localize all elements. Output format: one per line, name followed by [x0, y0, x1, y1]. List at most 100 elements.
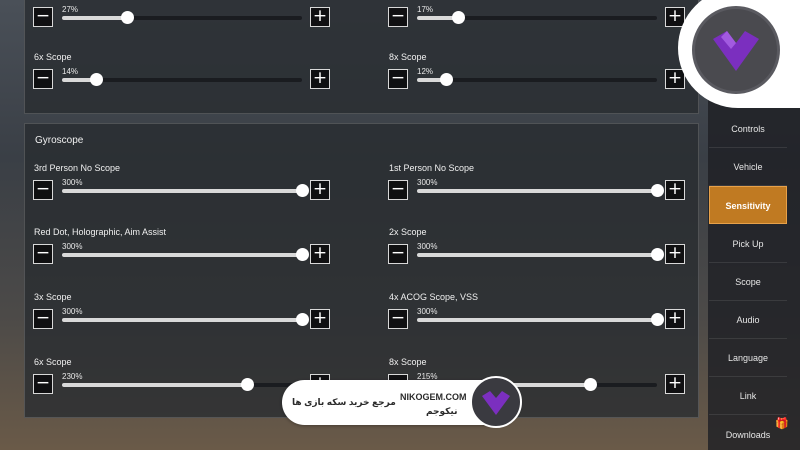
scope-sensitivity-row-0: −27% + [24, 0, 354, 38]
slider-track[interactable] [417, 313, 664, 326]
decrease-button[interactable]: − [33, 69, 53, 89]
slider-track[interactable] [417, 248, 664, 261]
slider-value: 230% [62, 372, 83, 381]
slider-track[interactable] [62, 378, 302, 391]
slider-label: 1st Person No Scope [389, 163, 475, 173]
slider-fill [417, 189, 657, 193]
decrease-button[interactable]: − [33, 374, 53, 394]
sidebar-item-link[interactable]: Link [709, 377, 787, 416]
watermark-logo [470, 376, 522, 428]
slider-track[interactable] [62, 313, 309, 326]
slider-value: 300% [417, 178, 438, 187]
slider-value: 300% [62, 242, 83, 251]
gyroscope-row-5: 4x ACOG Scope, VSS −300% + [379, 292, 709, 340]
sidebar-item-sensitivity[interactable]: Sensitivity [709, 186, 787, 225]
slider-fill [62, 318, 302, 322]
slider-label: 8x Scope [389, 357, 427, 367]
slider-fill [417, 253, 657, 257]
slider-handle[interactable] [120, 11, 134, 24]
slider-fill [62, 189, 302, 193]
decrease-button[interactable]: − [388, 180, 408, 200]
slider-label: 4x ACOG Scope, VSS [389, 292, 479, 302]
gyroscope-row-3: 2x Scope −300% + [379, 227, 709, 275]
slider-handle[interactable] [296, 184, 309, 197]
slider-track[interactable] [62, 11, 302, 24]
increase-button[interactable]: + [310, 309, 330, 329]
sidebar-item-controls[interactable]: Controls [709, 110, 787, 148]
slider-value: 27% [62, 5, 79, 14]
decrease-button[interactable]: − [388, 309, 408, 329]
sidebar-item-language[interactable]: Language [709, 339, 787, 378]
slider-value: 14% [62, 67, 79, 76]
scope-sensitivity-row-1: −17% + [379, 0, 709, 38]
decrease-button[interactable]: − [388, 244, 408, 264]
gyroscope-title: Gyroscope [35, 135, 84, 146]
slider-value: 17% [417, 5, 434, 14]
decrease-button[interactable]: − [33, 7, 53, 27]
increase-button[interactable]: + [665, 244, 685, 264]
slider-handle[interactable] [296, 313, 309, 326]
brand-logo [692, 6, 780, 94]
slider-label: 6x Scope [34, 52, 72, 62]
slider-fill [417, 318, 657, 322]
watermark-slogan: مرجع خرید سکه بازی ها [292, 397, 396, 407]
gyroscope-row-4: 3x Scope −300% + [24, 292, 354, 340]
heart-logo-icon [713, 31, 759, 71]
slider-label: 3x Scope [34, 292, 72, 302]
slider-label: 8x Scope [389, 52, 427, 62]
gift-icon[interactable]: 🎁 [775, 418, 789, 430]
slider-handle[interactable] [89, 73, 103, 86]
slider-handle[interactable] [240, 378, 254, 391]
slider-track[interactable] [417, 73, 657, 86]
slider-value: 12% [417, 67, 434, 76]
slider-label: 3rd Person No Scope [34, 163, 121, 173]
sidebar-item-audio[interactable]: Audio [709, 301, 787, 339]
slider-handle[interactable] [583, 378, 597, 391]
heart-logo-icon [482, 391, 510, 415]
sidebar-item-scope[interactable]: Scope [709, 263, 787, 301]
scope-sensitivity-row-2: 6x Scope −14% + [24, 52, 354, 100]
slider-label: 6x Scope [34, 357, 72, 367]
increase-button[interactable]: + [310, 180, 330, 200]
slider-handle[interactable] [651, 184, 664, 197]
sidebar-item-vehicle[interactable]: Vehicle [709, 148, 787, 187]
slider-label: Red Dot, Holographic, Aim Assist [34, 227, 167, 237]
gyroscope-row-2: Red Dot, Holographic, Aim Assist −300% + [24, 227, 354, 275]
slider-value: 300% [62, 178, 83, 187]
increase-button[interactable]: + [310, 69, 330, 89]
slider-handle[interactable] [296, 248, 309, 261]
decrease-button[interactable]: − [388, 69, 408, 89]
watermark-brand: نیکوجم [426, 406, 458, 416]
increase-button[interactable]: + [310, 244, 330, 264]
gyroscope-row-0: 3rd Person No Scope −300% + [24, 163, 354, 211]
slider-handle[interactable] [651, 313, 664, 326]
decrease-button[interactable]: − [33, 180, 53, 200]
slider-track[interactable] [62, 248, 309, 261]
slider-handle[interactable] [451, 11, 465, 24]
slider-handle[interactable] [651, 248, 664, 261]
slider-track[interactable] [417, 184, 664, 197]
gyroscope-row-1: 1st Person No Scope −300% + [379, 163, 709, 211]
sidebar-item-pick-up[interactable]: Pick Up [709, 225, 787, 263]
increase-button[interactable]: + [310, 7, 330, 27]
slider-track[interactable] [62, 73, 302, 86]
slider-track[interactable] [417, 11, 657, 24]
scope-sensitivity-row-3: 8x Scope −12% + [379, 52, 709, 100]
slider-handle[interactable] [439, 73, 453, 86]
slider-track[interactable] [62, 184, 309, 197]
slider-value: 300% [417, 307, 438, 316]
slider-fill [62, 253, 302, 257]
slider-value: 300% [62, 307, 83, 316]
increase-button[interactable]: + [665, 374, 685, 394]
decrease-button[interactable]: − [388, 7, 408, 27]
increase-button[interactable]: + [665, 180, 685, 200]
slider-fill [62, 16, 127, 20]
decrease-button[interactable]: − [33, 244, 53, 264]
watermark-site: NIKOGEM.COM [400, 392, 467, 402]
slider-fill [62, 383, 247, 387]
slider-label: 2x Scope [389, 227, 427, 237]
increase-button[interactable]: + [665, 69, 685, 89]
increase-button[interactable]: + [665, 309, 685, 329]
decrease-button[interactable]: − [33, 309, 53, 329]
slider-value: 300% [417, 242, 438, 251]
